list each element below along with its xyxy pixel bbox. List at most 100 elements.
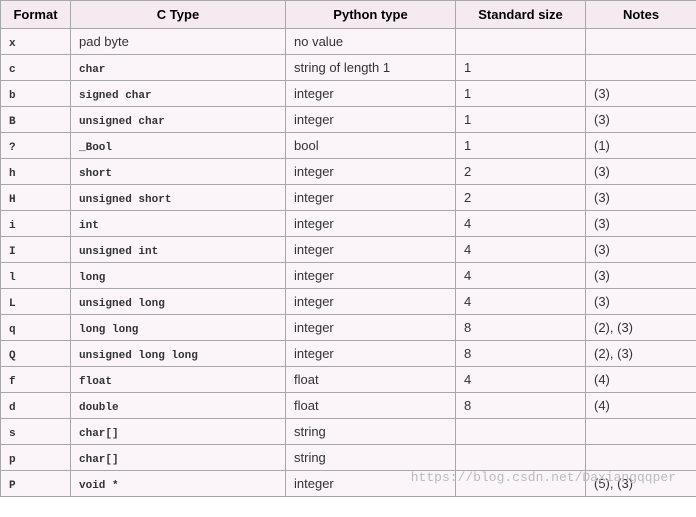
cell-format: b [1, 81, 71, 107]
cell-notes: (3) [586, 237, 696, 263]
cell-format: h [1, 159, 71, 185]
cell-format: p [1, 445, 71, 471]
format-code: L [9, 298, 16, 310]
cell-size: 4 [456, 367, 586, 393]
table-row: ddoublefloat8(4) [1, 393, 696, 419]
ctype-code: unsigned long [79, 298, 165, 310]
ctype-code: signed char [79, 90, 152, 102]
cell-size: 4 [456, 263, 586, 289]
cell-format: l [1, 263, 71, 289]
cell-notes: (5), (3) [586, 471, 696, 497]
table-row: bsigned charinteger1(3) [1, 81, 696, 107]
header-ctype: C Type [71, 1, 286, 29]
table-row: hshortinteger2(3) [1, 159, 696, 185]
cell-format: ? [1, 133, 71, 159]
table-row: schar[]string [1, 419, 696, 445]
cell-notes: (1) [586, 133, 696, 159]
cell-format: c [1, 55, 71, 81]
cell-format: s [1, 419, 71, 445]
cell-notes [586, 55, 696, 81]
header-python: Python type [286, 1, 456, 29]
cell-python: bool [286, 133, 456, 159]
format-code: B [9, 116, 16, 128]
cell-python: integer [286, 237, 456, 263]
cell-size: 8 [456, 315, 586, 341]
ctype-code: unsigned char [79, 116, 165, 128]
cell-ctype: unsigned long long [71, 341, 286, 367]
cell-size: 4 [456, 289, 586, 315]
table-row: xpad byteno value [1, 29, 696, 55]
table-row: Qunsigned long longinteger8(2), (3) [1, 341, 696, 367]
cell-ctype: unsigned char [71, 107, 286, 133]
cell-notes: (2), (3) [586, 315, 696, 341]
cell-python: integer [286, 185, 456, 211]
cell-python: string [286, 445, 456, 471]
cell-ctype: unsigned int [71, 237, 286, 263]
cell-size: 4 [456, 237, 586, 263]
cell-ctype: long long [71, 315, 286, 341]
format-code: H [9, 194, 16, 206]
cell-python: string [286, 419, 456, 445]
cell-python: integer [286, 107, 456, 133]
ctype-code: unsigned short [79, 194, 171, 206]
cell-ctype: long [71, 263, 286, 289]
cell-notes: (3) [586, 159, 696, 185]
cell-format: x [1, 29, 71, 55]
ctype-code: void * [79, 480, 119, 492]
cell-format: q [1, 315, 71, 341]
table-row: ffloatfloat4(4) [1, 367, 696, 393]
cell-ctype: signed char [71, 81, 286, 107]
cell-size: 2 [456, 185, 586, 211]
cell-ctype: char [71, 55, 286, 81]
cell-size [456, 445, 586, 471]
cell-notes: (4) [586, 393, 696, 419]
format-code: b [9, 90, 16, 102]
cell-ctype: double [71, 393, 286, 419]
table-row: Pvoid *integer(5), (3) [1, 471, 696, 497]
cell-format: B [1, 107, 71, 133]
table-row: iintinteger4(3) [1, 211, 696, 237]
cell-python: integer [286, 341, 456, 367]
format-code: x [9, 38, 16, 50]
table-row: pchar[]string [1, 445, 696, 471]
cell-python: string of length 1 [286, 55, 456, 81]
table-row: llonginteger4(3) [1, 263, 696, 289]
format-table: Format C Type Python type Standard size … [0, 0, 696, 497]
format-code: d [9, 402, 16, 414]
cell-notes: (2), (3) [586, 341, 696, 367]
table-row: ?_Boolbool1(1) [1, 133, 696, 159]
format-code: q [9, 324, 16, 336]
ctype-code: double [79, 402, 119, 414]
cell-format: d [1, 393, 71, 419]
table-row: Iunsigned intinteger4(3) [1, 237, 696, 263]
ctype-code: long [79, 272, 105, 284]
cell-format: L [1, 289, 71, 315]
ctype-code: unsigned long long [79, 350, 198, 362]
cell-ctype: char[] [71, 445, 286, 471]
cell-notes: (3) [586, 107, 696, 133]
cell-notes: (3) [586, 263, 696, 289]
cell-format: P [1, 471, 71, 497]
cell-format: Q [1, 341, 71, 367]
table-row: q long longinteger8(2), (3) [1, 315, 696, 341]
cell-format: f [1, 367, 71, 393]
cell-ctype: short [71, 159, 286, 185]
format-code: P [9, 480, 16, 492]
header-format: Format [1, 1, 71, 29]
cell-size: 2 [456, 159, 586, 185]
format-code: f [9, 376, 16, 388]
header-row: Format C Type Python type Standard size … [1, 1, 696, 29]
cell-notes [586, 29, 696, 55]
cell-python: integer [286, 315, 456, 341]
header-notes: Notes [586, 1, 696, 29]
format-code: Q [9, 350, 16, 362]
format-code: i [9, 220, 16, 232]
cell-python: integer [286, 289, 456, 315]
format-code: ? [9, 142, 16, 154]
cell-notes [586, 419, 696, 445]
cell-size: 1 [456, 107, 586, 133]
cell-size: 1 [456, 81, 586, 107]
cell-notes: (3) [586, 211, 696, 237]
format-code: l [9, 272, 16, 284]
table-row: ccharstring of length 11 [1, 55, 696, 81]
